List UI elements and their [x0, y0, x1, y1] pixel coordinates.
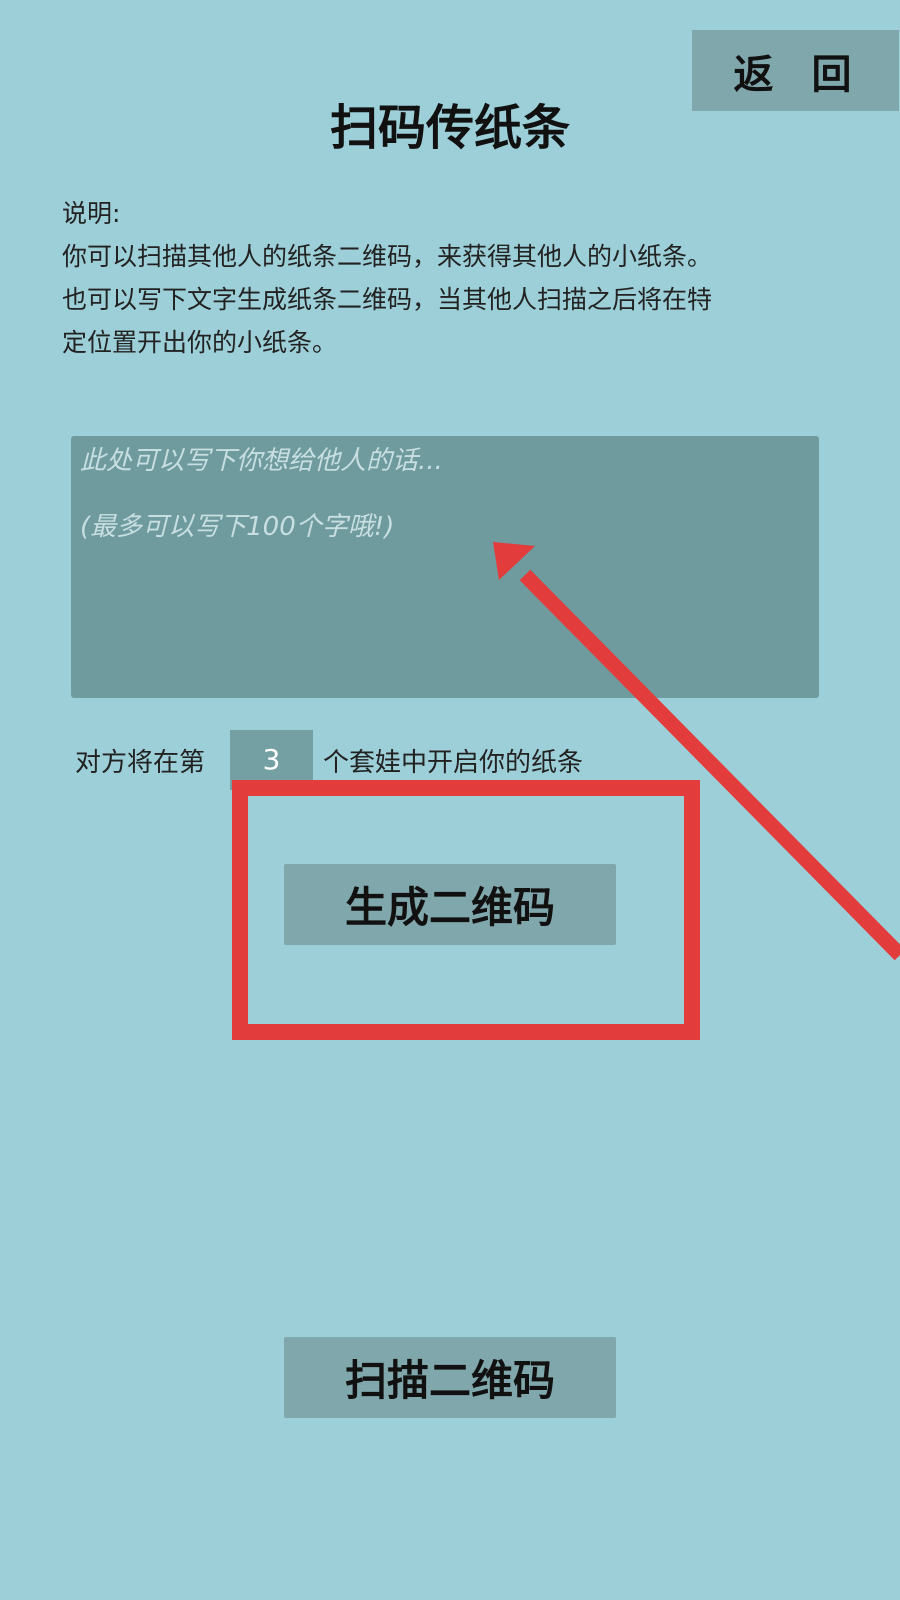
message-placeholder-line-2: (最多可以写下100个字哦!) — [80, 512, 395, 542]
message-textarea[interactable]: 此处可以写下你想给他人的话... (最多可以写下100个字哦!) — [71, 436, 819, 698]
instructions-line-2: 也可以写下文字生成纸条二维码，当其他人扫描之后将在特 — [62, 285, 713, 314]
instructions-heading: 说明: — [62, 199, 121, 228]
layer-label-after: 个套娃中开启你的纸条 — [323, 748, 584, 778]
layer-number-input[interactable]: 3 — [230, 730, 313, 790]
instructions: 说明: 你可以扫描其他人的纸条二维码，来获得其他人的小纸条。 也可以写下文字生成… — [62, 192, 842, 364]
message-placeholder-line-1: 此处可以写下你想给他人的话... — [80, 446, 443, 476]
instructions-line-3: 定位置开出你的小纸条。 — [62, 328, 338, 357]
scan-qr-button[interactable]: 扫描二维码 — [284, 1337, 616, 1418]
layer-label-before: 对方将在第 — [75, 748, 206, 778]
generate-qr-button[interactable]: 生成二维码 — [284, 864, 616, 945]
page-title: 扫码传纸条 — [329, 100, 570, 156]
instructions-line-1: 你可以扫描其他人的纸条二维码，来获得其他人的小纸条。 — [62, 242, 713, 271]
